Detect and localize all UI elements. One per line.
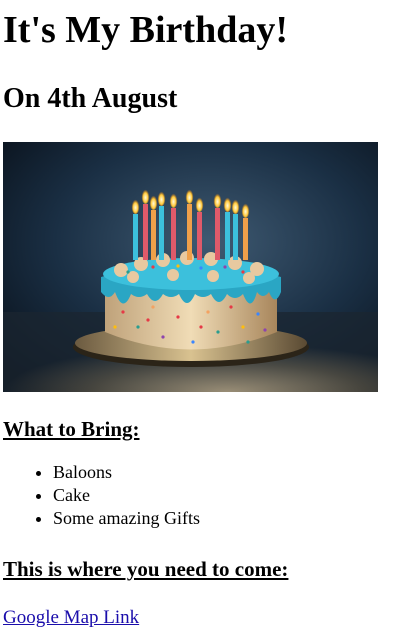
list-item: Baloons	[53, 461, 408, 484]
location-heading: This is where you need to come:	[3, 557, 289, 581]
google-map-link[interactable]: Google Map Link	[3, 607, 139, 629]
page-title: It's My Birthday!	[3, 9, 288, 51]
bring-list: Baloons Cake Some amazing Gifts	[3, 461, 408, 530]
what-to-bring-heading: What to Bring:	[3, 417, 140, 441]
birthday-cake-photo	[3, 142, 378, 392]
list-item: Cake	[53, 484, 408, 507]
page: It's My Birthday! On 4th August What to …	[0, 0, 408, 641]
list-item: Some amazing Gifts	[53, 507, 408, 530]
page-subtitle: On 4th August	[3, 83, 178, 114]
